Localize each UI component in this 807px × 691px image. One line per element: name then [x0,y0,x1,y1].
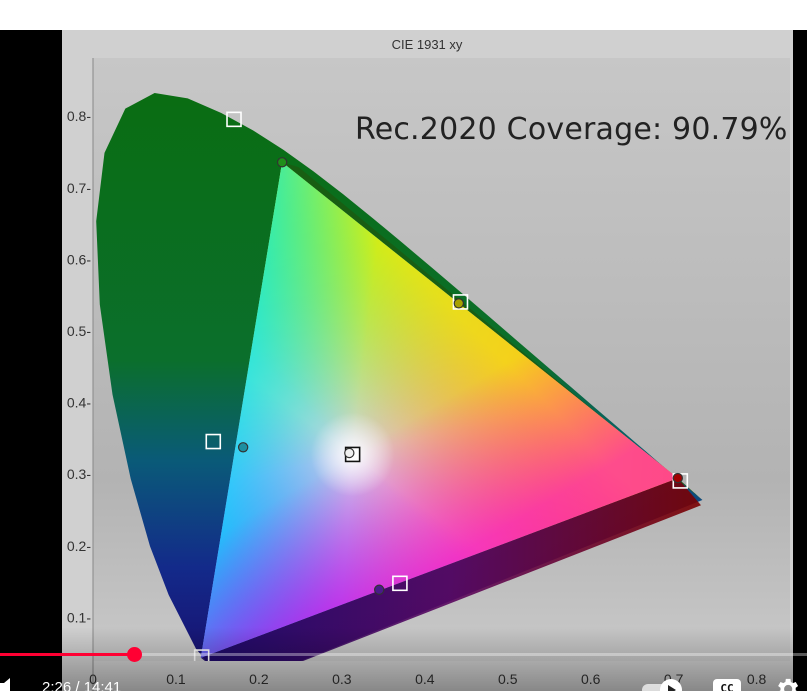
volume-icon[interactable] [0,677,14,691]
measured-marker [672,472,683,484]
autoplay-toggle[interactable] [642,679,686,691]
measured-marker [453,298,465,309]
subtitles-label: CC [720,682,734,691]
measured-marker [276,157,288,168]
measured-marker [344,447,355,459]
y-tick-label: 0.3- [67,466,91,482]
y-tick-label: 0.5- [67,323,91,339]
y-tick-label: 0.4- [67,395,91,411]
chart-title: CIE 1931 xy [392,37,463,52]
subtitles-button[interactable]: CC [713,679,741,691]
measured-marker [237,442,249,453]
y-tick-label: 0.1- [67,609,91,625]
measured-marker [373,584,385,595]
y-tick-label: 0.8- [67,108,91,124]
video-player[interactable]: 0.1-0.2-0.3-0.4-0.5-0.6-0.7-0.8-00.10.20… [0,30,807,691]
time-display: 2:26 / 14:41 [42,679,122,691]
scrubber-handle[interactable] [126,647,142,662]
settings-gear-icon[interactable] [773,675,801,691]
progress-played [0,653,134,656]
player-controls: 2:26 / 14:41 CC [0,627,807,691]
autoplay-knob [660,679,682,691]
progress-bar[interactable] [0,647,807,662]
y-tick-label: 0.7- [67,180,91,196]
play-icon [668,685,676,691]
coverage-annotation: Rec.2020 Coverage: 90.79% [355,112,788,147]
y-tick-label: 0.2- [67,538,91,554]
y-tick-label: 0.6- [67,251,91,267]
